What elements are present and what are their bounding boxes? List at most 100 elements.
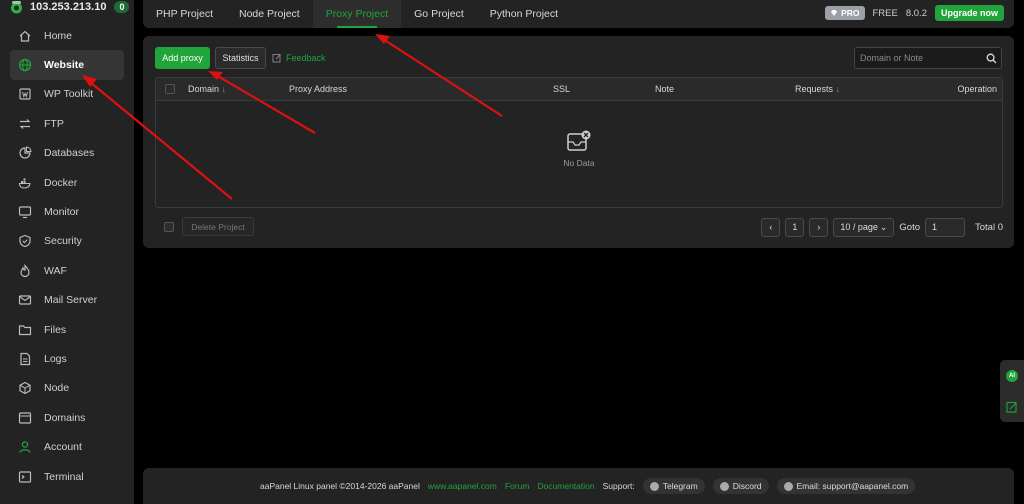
goto-page-input[interactable]: 1 [925, 217, 965, 237]
select-all-checkbox[interactable] [165, 84, 175, 94]
copyright-text: aaPanel Linux panel ©2014-2026 aaPanel [260, 481, 420, 491]
email-label: Email: support@aapanel.com [796, 481, 909, 491]
add-proxy-button[interactable]: Add proxy [155, 47, 210, 69]
column-label: Requests [795, 84, 834, 94]
chevron-left-icon: ‹ [769, 222, 773, 232]
forum-link[interactable]: Forum [505, 481, 530, 491]
sidebar-item-files[interactable]: Files [10, 315, 124, 344]
domains-icon [18, 411, 32, 425]
proxy-table: Domain ↓ Proxy Address SSL Note Requests… [155, 77, 1003, 208]
user-icon [18, 440, 32, 454]
sidebar-item-label: Logs [44, 352, 67, 365]
website-link[interactable]: www.aapanel.com [428, 481, 497, 491]
sidebar-item-security[interactable]: Security [10, 227, 124, 256]
tab-node-project[interactable]: Node Project [226, 0, 313, 28]
sidebar-item-wp-toolkit[interactable]: WP Toolkit [10, 80, 124, 109]
prev-page-button[interactable]: ‹ [761, 217, 781, 237]
diamond-icon [831, 10, 838, 16]
database-icon [18, 146, 32, 160]
sidebar-item-mail-server[interactable]: Mail Server [10, 286, 124, 315]
license-type: FREE [872, 7, 898, 19]
email-support-button[interactable]: Email: support@aapanel.com [776, 478, 916, 494]
discord-button[interactable]: Discord [712, 478, 769, 494]
sidebar-item-node[interactable]: Node [10, 374, 124, 403]
feedback-edit-icon[interactable] [1006, 401, 1018, 413]
sidebar-item-terminal[interactable]: Terminal [10, 462, 124, 491]
server-info[interactable]: 103.253.213.10 0 [8, 0, 130, 14]
column-proxy-address: Proxy Address [289, 84, 348, 94]
column-ssl: SSL [553, 84, 571, 94]
no-data-text: No Data [563, 158, 595, 168]
tab-python-project[interactable]: Python Project [477, 0, 571, 28]
column-domain[interactable]: Domain ↓ [188, 84, 226, 94]
upgrade-button[interactable]: Upgrade now [934, 5, 1004, 21]
logs-icon [18, 352, 32, 366]
page-size-select[interactable]: 10 / page ⌄ [833, 217, 895, 237]
sidebar-item-databases[interactable]: Databases [10, 139, 124, 168]
sidebar-item-account[interactable]: Account [10, 432, 124, 461]
support-label: Support: [602, 481, 635, 491]
docker-icon [18, 176, 32, 190]
page-number-current[interactable]: 1 [785, 217, 805, 237]
documentation-link[interactable]: Documentation [537, 481, 594, 491]
sidebar-item-waf[interactable]: WAF [10, 256, 124, 285]
column-requests[interactable]: Requests ↓ [795, 84, 840, 94]
pro-badge[interactable]: PRO [825, 6, 865, 20]
sidebar-item-ftp[interactable]: FTP [10, 109, 124, 138]
mail-icon [18, 293, 32, 307]
sidebar-item-label: Home [44, 29, 73, 42]
telegram-button[interactable]: Telegram [642, 478, 705, 494]
next-page-button[interactable]: › [809, 217, 829, 237]
sidebar-item-label: Files [44, 323, 67, 336]
sidebar: 103.253.213.10 0 Home Website WP Toolkit… [0, 0, 134, 504]
goto-label: Goto [899, 221, 920, 233]
sidebar-item-monitor[interactable]: Monitor [10, 197, 124, 226]
site-footer: aaPanel Linux panel ©2014-2026 aaPanel w… [143, 468, 1014, 504]
sidebar-item-label: FTP [44, 117, 64, 130]
ai-assistant-button[interactable]: AI [1006, 370, 1018, 382]
sidebar-item-label: Account [44, 441, 82, 454]
sidebar-item-label: Docker [44, 176, 78, 189]
home-icon [18, 29, 32, 43]
sidebar-item-docker[interactable]: Docker [10, 168, 124, 197]
node-icon [18, 381, 32, 395]
monitor-icon [18, 205, 32, 219]
edit-icon [272, 54, 281, 63]
sidebar-item-domains[interactable]: Domains [10, 403, 124, 432]
search-icon[interactable] [981, 53, 1001, 64]
globe-icon [18, 58, 32, 72]
discord-icon [719, 481, 729, 491]
discord-label: Discord [732, 481, 762, 491]
tab-go-project[interactable]: Go Project [401, 0, 477, 28]
delete-project-button[interactable]: Delete Project [182, 217, 254, 236]
sort-arrow-icon: ↓ [835, 84, 841, 94]
no-data-icon [156, 130, 1002, 154]
sidebar-item-label: Security [44, 235, 82, 248]
sidebar-item-home[interactable]: Home [10, 21, 124, 50]
sidebar-item-label: Monitor [44, 206, 80, 219]
sort-arrow-icon: ↓ [221, 84, 227, 94]
total-count: Total 0 [975, 221, 1003, 233]
firewall-icon [18, 263, 32, 278]
aapanel-logo-icon [8, 0, 24, 14]
sidebar-item-label: Domains [44, 411, 86, 424]
table-footer: Delete Project ‹ 1 › 10 / page ⌄ Goto 1 T… [155, 216, 1003, 238]
table-header: Domain ↓ Proxy Address SSL Note Requests… [156, 78, 1002, 101]
sidebar-item-website[interactable]: Website [10, 50, 124, 80]
search-box [854, 47, 1002, 69]
empty-state: No Data [156, 130, 1002, 168]
pro-badge-label: PRO [841, 8, 860, 18]
sidebar-item-logs[interactable]: Logs [10, 344, 124, 373]
tab-php-project[interactable]: PHP Project [143, 0, 226, 28]
sidebar-item-label: Databases [44, 147, 95, 160]
wordpress-icon [18, 87, 32, 101]
select-page-checkbox[interactable] [164, 222, 174, 232]
tab-proxy-project[interactable]: Proxy Project [312, 0, 402, 28]
search-input[interactable] [855, 53, 981, 63]
feedback-label: Feedback [286, 53, 326, 63]
feedback-link[interactable]: Feedback [272, 47, 326, 69]
page-size-value: 10 / page [840, 222, 878, 232]
telegram-icon [649, 481, 659, 491]
sidebar-item-label: Terminal [44, 470, 84, 483]
statistics-button[interactable]: Statistics [215, 47, 266, 69]
